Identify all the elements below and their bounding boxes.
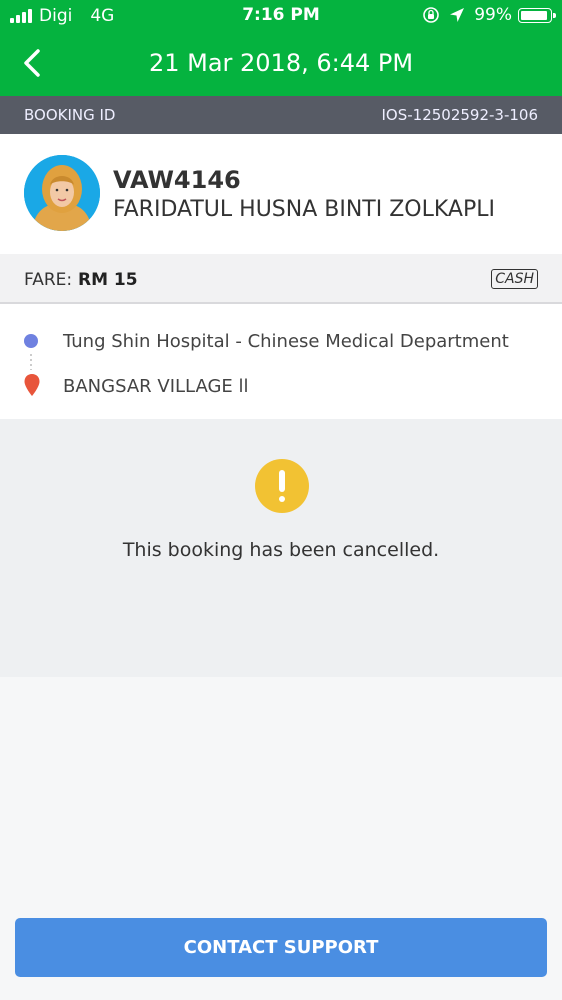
pickup-dot-icon [24,334,38,348]
cancel-message: This booking has been cancelled. [122,539,440,561]
status-bar: Digi 4G 7:16 PM 99% [0,0,562,32]
header: 21 Mar 2018, 6:44 PM [0,32,562,96]
driver-avatar [24,155,100,231]
booking-id-value: IOS-12502592-3-106 [381,106,538,124]
route-connector [30,354,32,370]
route-section: Tung Shin Hospital - Chinese Medical Dep… [0,304,562,419]
booking-id-bar: BOOKING ID IOS-12502592-3-106 [0,96,562,134]
driver-photo [24,155,100,231]
dropoff-address: BANGSAR VILLAGE ll [63,376,249,397]
fare-amount: RM 15 [78,270,138,290]
battery-percent: 99% [474,5,512,25]
contact-support-button[interactable]: CONTACT SUPPORT [15,918,547,977]
status-right: 99% [422,5,556,25]
payment-method-badge: CASH [491,269,538,289]
fare-row: FARE: RM 15 CASH [0,254,562,304]
cancel-notice: This booking has been cancelled. [0,419,562,677]
driver-name: FARIDATUL HUSNA BINTI ZOLKAPLI [113,197,495,222]
page-title: 21 Mar 2018, 6:44 PM [148,49,414,77]
map-pin-icon [24,374,40,396]
driver-card: VAW4146 FARIDATUL HUSNA BINTI ZOLKAPLI [0,134,562,254]
battery-icon [518,7,556,23]
warning-icon [255,459,309,513]
location-arrow-icon [450,8,465,22]
fare-label: FARE: [24,270,73,290]
booking-id-label: BOOKING ID [24,106,116,124]
vehicle-plate: VAW4146 [113,166,241,194]
rotation-lock-icon [423,7,440,23]
pickup-address: Tung Shin Hospital - Chinese Medical Dep… [63,331,509,352]
battery-fill [521,10,547,20]
